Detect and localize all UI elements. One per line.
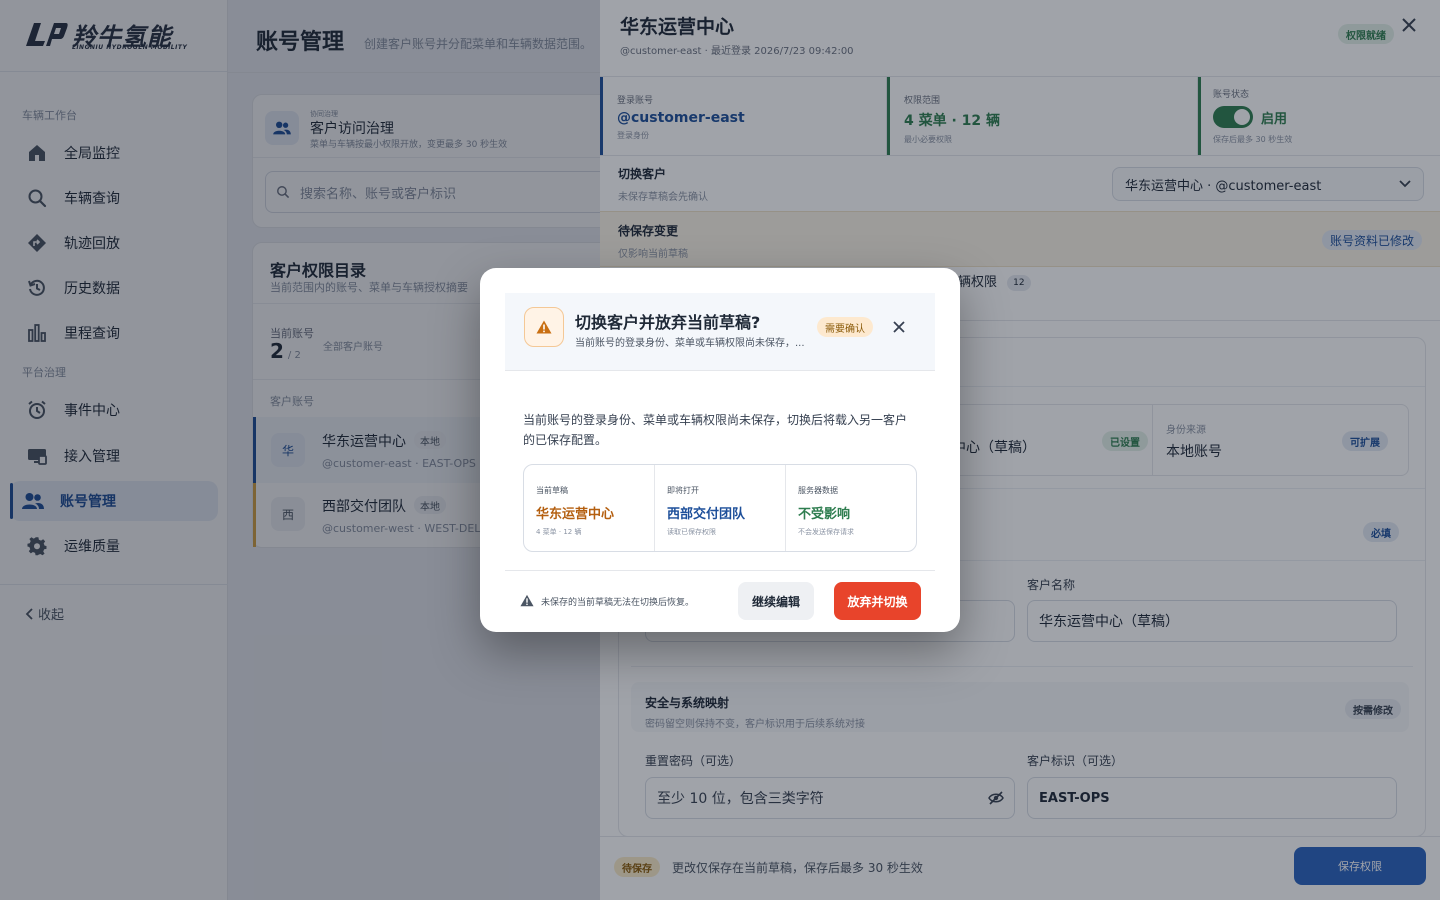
impact-label: 当前草稿 [536,486,568,495]
impact-value: 西部交付团队 [667,507,746,522]
warning-icon [524,307,564,347]
dialog-subtitle: 当前账号的登录身份、菜单或车辆权限尚未保存，... [575,338,805,349]
confirm-required-badge: 需要确认 [817,317,873,337]
impact-sub: 4 菜单 · 12 辆 [536,528,582,536]
impact-server-data: 服务器数据 不受影响 不会发送保存请求 [786,465,916,551]
impact-current-draft: 当前草稿 华东运营中心 4 菜单 · 12 辆 [524,465,655,551]
impact-label: 即将打开 [667,486,699,495]
dialog-title: 切换客户并放弃当前草稿? [575,313,761,332]
impact-summary: 当前草稿 华东运营中心 4 菜单 · 12 辆 即将打开 西部交付团队 读取已保… [523,464,917,552]
impact-sub: 读取已保存权限 [667,528,716,536]
dialog-header: 切换客户并放弃当前草稿? 当前账号的登录身份、菜单或车辆权限尚未保存，... 需… [505,293,935,371]
dialog-footer-note: 未保存的当前草稿无法在切换后恢复。 [541,598,695,608]
impact-sub: 不会发送保存请求 [798,528,854,536]
impact-next-customer: 即将打开 西部交付团队 读取已保存权限 [655,465,786,551]
divider [505,570,935,571]
confirm-switch-dialog: 切换客户并放弃当前草稿? 当前账号的登录身份、菜单或车辆权限尚未保存，... 需… [480,268,960,632]
dialog-body: 当前账号的登录身份、菜单或车辆权限尚未保存，切换后将载入另一客户的已保存配置。 [523,413,908,447]
impact-label: 服务器数据 [798,486,838,495]
discard-and-switch-button[interactable]: 放弃并切换 [834,582,921,620]
continue-editing-button[interactable]: 继续编辑 [738,582,814,620]
impact-value: 华东运营中心 [536,507,615,522]
impact-value: 不受影响 [798,507,851,522]
close-icon[interactable] [892,320,906,334]
alert-triangle-icon [520,594,534,607]
